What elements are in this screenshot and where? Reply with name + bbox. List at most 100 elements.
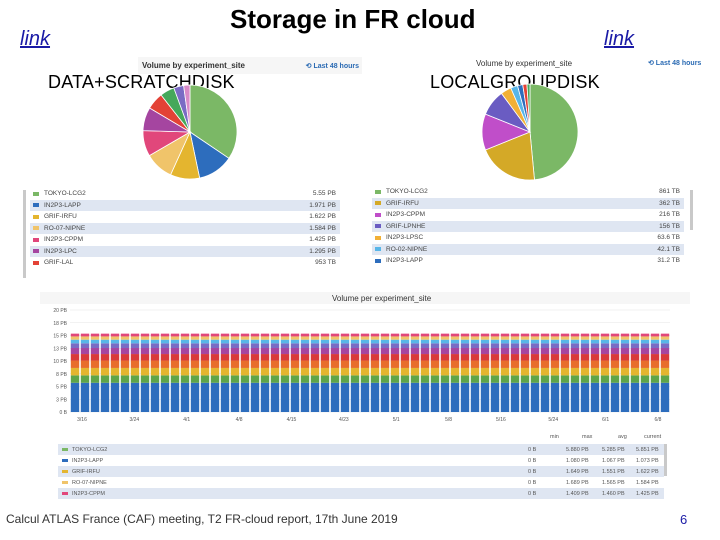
bar-segment[interactable] [120, 339, 130, 344]
bar-segment[interactable] [230, 336, 240, 340]
bar-segment[interactable] [200, 343, 210, 349]
bar-segment[interactable] [540, 375, 550, 383]
bar-segment[interactable] [230, 375, 240, 383]
bar-segment[interactable] [270, 339, 280, 344]
bar-segment[interactable] [240, 367, 250, 376]
bar-segment[interactable] [410, 336, 420, 340]
bar-segment[interactable] [640, 367, 650, 376]
bar-segment[interactable] [270, 382, 280, 412]
legend-row[interactable]: IN2P3-LPC 1.295 PB [30, 245, 340, 257]
bar-segment[interactable] [600, 367, 610, 376]
bar-segment[interactable] [90, 339, 100, 344]
bar-segment[interactable] [130, 354, 140, 361]
bar-segment[interactable] [180, 375, 190, 383]
bar-segment[interactable] [520, 339, 530, 344]
bar-segment[interactable] [520, 343, 530, 349]
bar-segment[interactable] [120, 333, 130, 337]
bar-segment[interactable] [460, 382, 470, 412]
bar-segment[interactable] [370, 360, 380, 368]
bar-segment[interactable] [480, 367, 490, 376]
bar-segment[interactable] [220, 339, 230, 344]
bar-segment[interactable] [550, 343, 560, 349]
bar-segment[interactable] [80, 382, 90, 412]
bar-segment[interactable] [610, 339, 620, 344]
bar-segment[interactable] [410, 360, 420, 368]
bar-segment[interactable] [210, 348, 220, 355]
bar-segment[interactable] [280, 348, 290, 355]
legend-row[interactable]: TOKYO-LCG2 5.55 PB [30, 188, 340, 200]
bar-segment[interactable] [160, 367, 170, 376]
bar-segment[interactable] [80, 360, 90, 368]
bar-segment[interactable] [170, 354, 180, 361]
bar-segment[interactable] [70, 367, 80, 376]
bar-segment[interactable] [390, 354, 400, 361]
bar-segment[interactable] [140, 367, 150, 376]
bar-segment[interactable] [530, 333, 540, 337]
legend-row[interactable]: GRIF-LAL 953 TB [30, 257, 340, 269]
bar-segment[interactable] [660, 360, 670, 368]
bar-segment[interactable] [470, 367, 480, 376]
bar-segment[interactable] [190, 333, 200, 337]
bar-segment[interactable] [120, 382, 130, 412]
bar-segment[interactable] [640, 343, 650, 349]
bar-segment[interactable] [180, 333, 190, 337]
bar-segment[interactable] [490, 336, 500, 340]
bar-segment[interactable] [300, 354, 310, 361]
bar-segment[interactable] [330, 354, 340, 361]
bar-segment[interactable] [130, 375, 140, 383]
bar-segment[interactable] [530, 343, 540, 349]
bar-segment[interactable] [160, 343, 170, 349]
bar-segment[interactable] [380, 339, 390, 344]
legend-row[interactable]: GRIF-IRFU 362 TB [372, 197, 684, 209]
bar-segment[interactable] [310, 333, 320, 337]
bar-segment[interactable] [390, 339, 400, 344]
bar-segment[interactable] [290, 382, 300, 412]
link-right[interactable]: link [604, 28, 634, 51]
bar-segment[interactable] [620, 367, 630, 376]
bar-segment[interactable] [610, 333, 620, 337]
bar-segment[interactable] [460, 336, 470, 340]
bar-segment[interactable] [210, 375, 220, 383]
bar-segment[interactable] [610, 360, 620, 368]
bar-segment[interactable] [270, 375, 280, 383]
bar-segment[interactable] [220, 375, 230, 383]
bar-segment[interactable] [640, 339, 650, 344]
bar-segment[interactable] [430, 348, 440, 355]
bar-segment[interactable] [90, 367, 100, 376]
bar-segment[interactable] [230, 367, 240, 376]
bar-segment[interactable] [150, 367, 160, 376]
legend-row[interactable]: RO-07-NIPNE 1.584 PB [30, 222, 340, 234]
bar-segment[interactable] [570, 360, 580, 368]
bar-segment[interactable] [540, 367, 550, 376]
bar-segment[interactable] [110, 360, 120, 368]
bar-segment[interactable] [180, 382, 190, 412]
bar-segment[interactable] [540, 382, 550, 412]
bar-segment[interactable] [70, 348, 80, 355]
bar-segment[interactable] [360, 360, 370, 368]
bar-segment[interactable] [380, 382, 390, 412]
bar-segment[interactable] [350, 375, 360, 383]
bar-segment[interactable] [430, 360, 440, 368]
bar-segment[interactable] [640, 336, 650, 340]
bar-segment[interactable] [560, 336, 570, 340]
bar-segment[interactable] [470, 348, 480, 355]
bar-segment[interactable] [120, 367, 130, 376]
bar-segment[interactable] [340, 348, 350, 355]
bar-segment[interactable] [390, 382, 400, 412]
bar-segment[interactable] [400, 375, 410, 383]
bar-segment[interactable] [460, 339, 470, 344]
bar-segment[interactable] [310, 375, 320, 383]
bar-segment[interactable] [470, 336, 480, 340]
bar-segment[interactable] [630, 336, 640, 340]
bar-segment[interactable] [530, 348, 540, 355]
bar-segment[interactable] [310, 382, 320, 412]
bar-segment[interactable] [480, 333, 490, 337]
legend-row[interactable]: IN2P3-LAPP 31.2 TB [372, 255, 684, 267]
bar-segment[interactable] [290, 354, 300, 361]
bar-segment[interactable] [280, 382, 290, 412]
legend-row[interactable]: IN2P3-LAPP 1.971 PB [30, 199, 340, 211]
bar-segment[interactable] [150, 348, 160, 355]
bar-segment[interactable] [470, 382, 480, 412]
bar-segment[interactable] [110, 375, 120, 383]
bar-segment[interactable] [130, 333, 140, 337]
